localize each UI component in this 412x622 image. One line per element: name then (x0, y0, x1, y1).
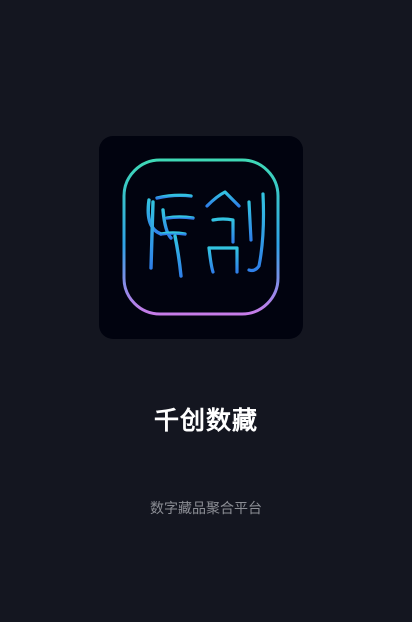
app-title: 千创数藏 (153, 406, 258, 435)
seal-script-logo-icon (122, 158, 280, 316)
splash-screen: 千创数藏 数字藏品聚合平台 (0, 0, 412, 622)
app-tagline: 数字藏品聚合平台 (150, 501, 262, 517)
app-logo (99, 136, 303, 339)
